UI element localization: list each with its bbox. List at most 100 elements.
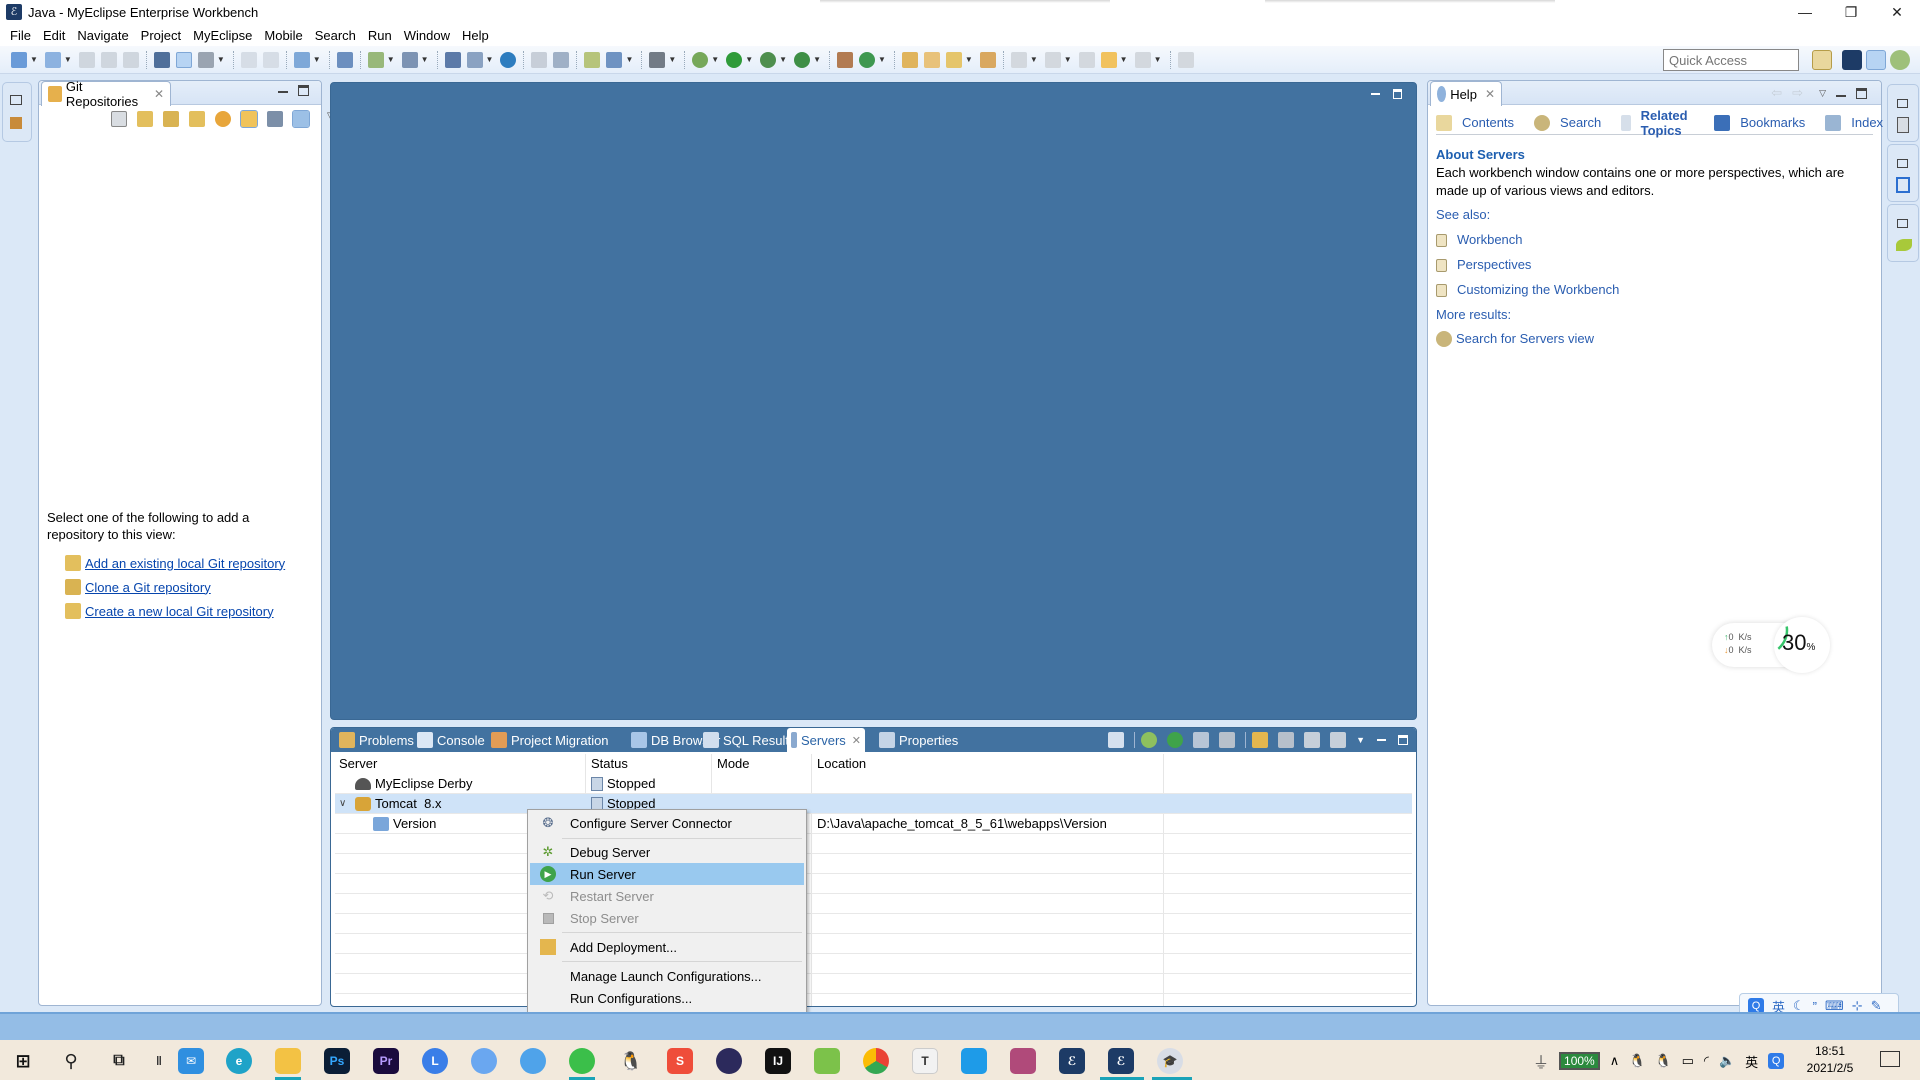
dropdown-arrow-icon[interactable]: ▼: [745, 55, 753, 64]
help-nav-contents[interactable]: Contents: [1436, 114, 1524, 131]
prev-annotation-icon[interactable]: [1044, 51, 1061, 68]
qq-tray-icon[interactable]: 🐧: [1655, 1053, 1671, 1069]
minimize-view-icon[interactable]: [1836, 95, 1846, 97]
server-row-tomcat[interactable]: ∨ Tomcat 8.x Stopped: [335, 794, 1412, 814]
tab-console[interactable]: Console: [413, 728, 489, 752]
copy-icon[interactable]: [1304, 732, 1321, 748]
server-run-icon[interactable]: [367, 51, 384, 68]
dropdown-arrow-icon[interactable]: ▼: [813, 55, 821, 64]
view-menu-icon[interactable]: ▽: [1819, 88, 1826, 99]
close-tab-icon[interactable]: ✕: [154, 87, 164, 101]
lark-app-icon[interactable]: L: [422, 1048, 448, 1074]
menu-item-restart-server[interactable]: ⟲ Restart Server: [530, 885, 804, 907]
volume-icon[interactable]: 🔈: [1719, 1053, 1735, 1069]
menu-myeclipse[interactable]: MyEclipse: [187, 28, 258, 43]
close-tab-icon[interactable]: ✕: [852, 734, 861, 747]
print-icon[interactable]: [122, 51, 139, 68]
help-link-customizing[interactable]: Customizing the Workbench: [1436, 281, 1871, 299]
photoshop-app-icon[interactable]: Ps: [324, 1048, 350, 1074]
dropdown-arrow-icon[interactable]: ▼: [217, 55, 225, 64]
tab-git-repositories[interactable]: Git Repositories ✕: [41, 79, 171, 109]
open-type-icon[interactable]: [901, 51, 918, 68]
menu-item-stop-server[interactable]: Stop Server: [530, 907, 804, 929]
menu-item-manage-launch-configurations[interactable]: Manage Launch Configurations...: [530, 965, 804, 987]
dropdown-arrow-icon[interactable]: ▼: [1154, 55, 1162, 64]
pin-editor-icon[interactable]: [1177, 51, 1194, 68]
java-perspective-icon[interactable]: [1866, 50, 1886, 70]
link-with-selection-icon[interactable]: [240, 110, 258, 128]
windows-start-icon[interactable]: ⊞: [10, 1048, 36, 1074]
view-menu-icon[interactable]: ▼: [1356, 735, 1365, 745]
search-icon[interactable]: ⚲: [58, 1048, 84, 1074]
run-icon[interactable]: [726, 51, 743, 68]
notification-icon[interactable]: [1880, 1051, 1900, 1067]
column-location[interactable]: Location: [817, 754, 866, 774]
column-server[interactable]: Server: [339, 754, 377, 774]
column-status[interactable]: Status: [591, 754, 628, 774]
maximize-editor-icon[interactable]: [1393, 89, 1402, 99]
import-icon[interactable]: [553, 51, 570, 68]
debug-server-icon[interactable]: [1141, 732, 1158, 748]
manage-deployments-icon[interactable]: [444, 51, 461, 68]
back-icon[interactable]: [1100, 51, 1117, 68]
typora-app-icon[interactable]: T: [912, 1048, 938, 1074]
tab-servers[interactable]: Servers ✕: [787, 728, 865, 752]
dropdown-arrow-icon[interactable]: ▼: [64, 55, 72, 64]
maximize-view-icon[interactable]: [298, 85, 309, 96]
refresh-icon[interactable]: [215, 111, 231, 127]
restore-button[interactable]: ❐: [1828, 0, 1874, 24]
maximize-view-icon[interactable]: [1398, 735, 1408, 745]
deploy-icon[interactable]: [336, 51, 353, 68]
clock[interactable]: 18:51 2021/2/5: [1790, 1043, 1870, 1077]
dropdown-arrow-icon[interactable]: ▼: [668, 55, 676, 64]
menu-mobile[interactable]: Mobile: [258, 28, 308, 43]
menu-file[interactable]: File: [4, 28, 37, 43]
dropdown-arrow-icon[interactable]: ▼: [387, 55, 395, 64]
menu-edit[interactable]: Edit: [37, 28, 71, 43]
file-explorer-icon[interactable]: [275, 1048, 301, 1074]
last-edit-icon[interactable]: [1078, 51, 1095, 68]
restore-icon[interactable]: [1897, 219, 1908, 228]
dropdown-arrow-icon[interactable]: ▼: [779, 55, 787, 64]
show-details-icon[interactable]: [292, 110, 310, 128]
qq-app-icon[interactable]: 🐧: [618, 1048, 644, 1074]
column-mode[interactable]: Mode: [717, 754, 750, 774]
open-task-icon[interactable]: [923, 51, 940, 68]
dropdown-arrow-icon[interactable]: ▼: [625, 55, 633, 64]
help-link-workbench[interactable]: Workbench: [1436, 231, 1871, 249]
new-icon[interactable]: [11, 51, 27, 68]
dropdown-arrow-icon[interactable]: ▼: [711, 55, 719, 64]
stop-server-icon[interactable]: [1219, 732, 1236, 748]
wechat-app-icon[interactable]: [569, 1048, 595, 1074]
new-server-icon[interactable]: [293, 51, 310, 68]
coverage-icon[interactable]: [760, 51, 777, 68]
undo-edit-icon[interactable]: [240, 51, 257, 68]
leaf-icon[interactable]: [1896, 239, 1912, 251]
hierarchical-layout-icon[interactable]: [267, 111, 283, 127]
task-list-icon[interactable]: [1896, 177, 1910, 193]
export-icon[interactable]: [531, 51, 548, 68]
help-link-search-servers[interactable]: Search for Servers view: [1436, 330, 1871, 348]
outline-icon[interactable]: [1897, 117, 1909, 133]
myeclipse-app-icon[interactable]: ℰ: [1059, 1048, 1085, 1074]
menu-window[interactable]: Window: [398, 28, 456, 43]
back-arrow-icon[interactable]: ⇦: [1771, 85, 1782, 101]
forward-icon[interactable]: [1134, 51, 1151, 68]
save-icon[interactable]: [78, 51, 95, 68]
tab-help[interactable]: Help ✕: [1430, 81, 1502, 106]
debug-icon[interactable]: [692, 51, 709, 68]
run-server-icon[interactable]: [1167, 732, 1184, 748]
save-all-icon[interactable]: [100, 51, 117, 68]
build-icon[interactable]: [197, 51, 214, 68]
eclipse-app-icon[interactable]: [716, 1048, 742, 1074]
wifi-icon[interactable]: ◜: [1704, 1053, 1709, 1069]
globe-icon[interactable]: [500, 51, 517, 68]
expand-chevron-icon[interactable]: ∨: [339, 794, 346, 814]
add-existing-repo-link[interactable]: Add an existing local Git repository: [65, 551, 285, 575]
tab-properties[interactable]: Properties: [875, 728, 962, 752]
menu-item-debug-server[interactable]: ✲ Debug Server: [530, 841, 804, 863]
browser-icon[interactable]: [401, 51, 418, 68]
close-button[interactable]: ✕: [1874, 0, 1920, 24]
tab-sql-results[interactable]: SQL Results: [699, 728, 800, 752]
myeclipse-perspective-icon[interactable]: [1842, 50, 1862, 70]
